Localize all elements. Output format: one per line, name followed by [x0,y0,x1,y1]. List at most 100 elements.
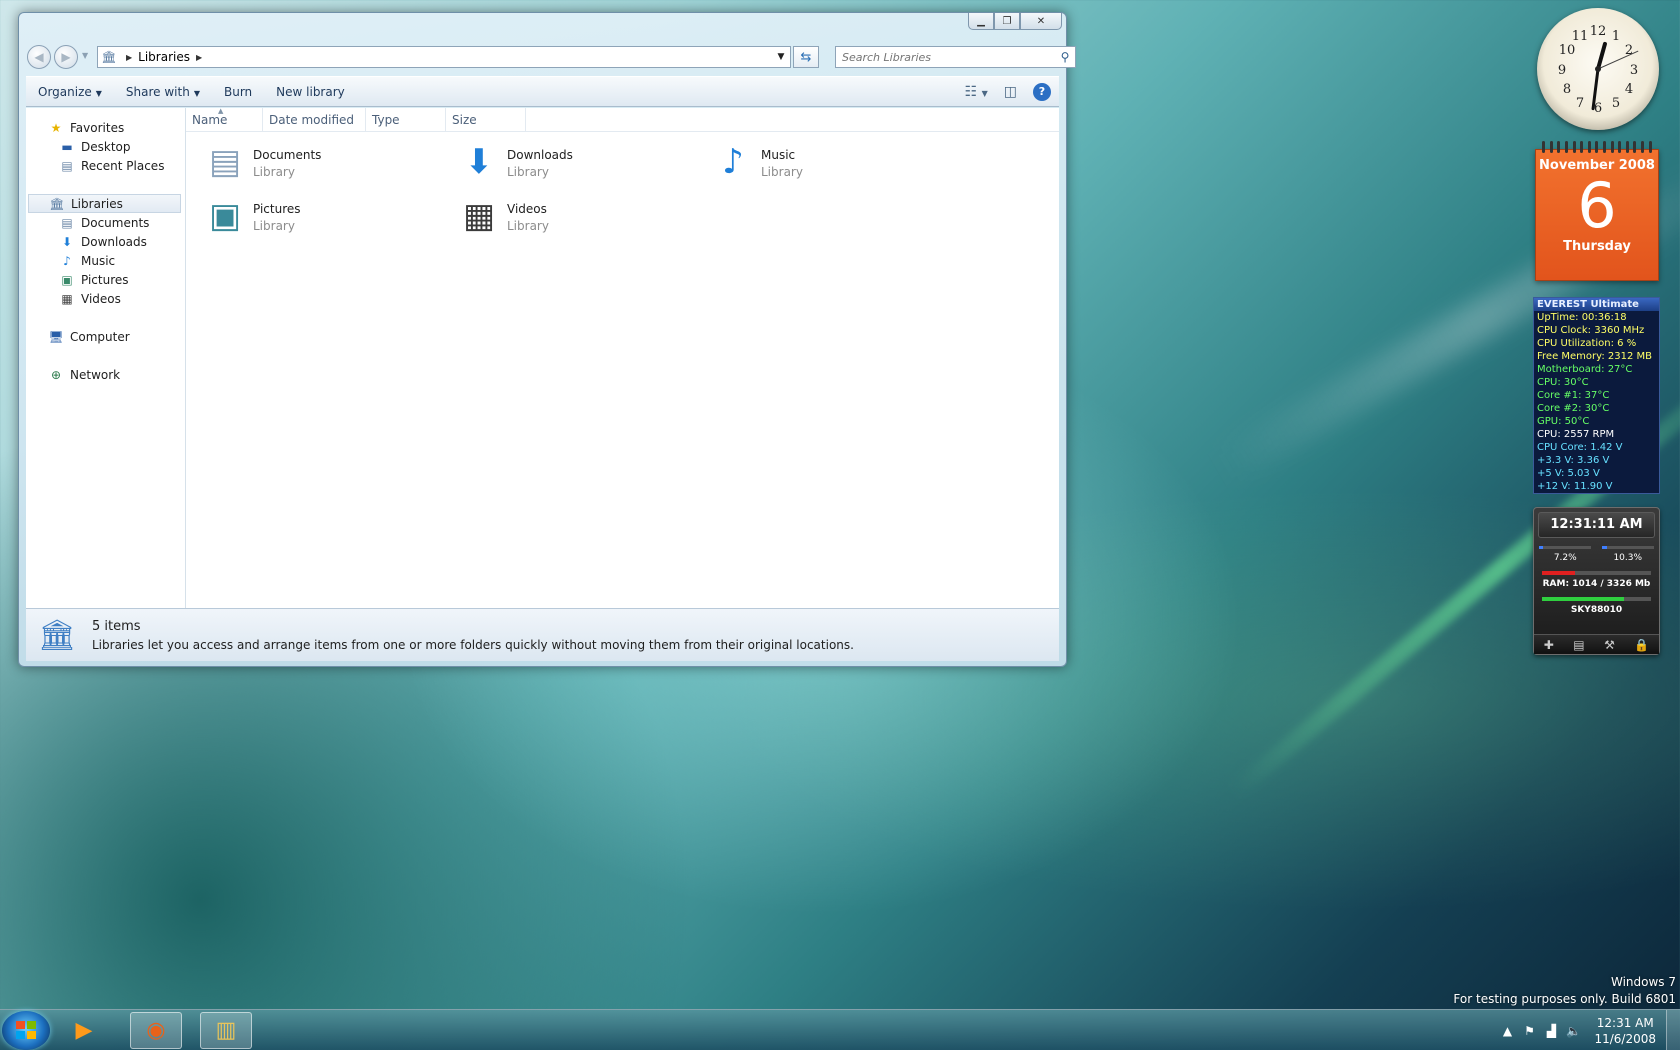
cpu-meters: 7.2% 10.3% [1534,546,1659,563]
clock-face: 12 1 2 3 4 5 6 7 8 9 10 11 [1558,24,1639,116]
nav-libraries-label: Libraries [71,196,123,211]
documents-library-icon: ▤ [208,142,242,182]
column-date-modified[interactable]: Date modified [263,108,366,131]
nav-recent-places[interactable]: ▤ Recent Places [26,156,185,175]
preview-pane-icon[interactable]: ◫ [996,84,1025,100]
desktop-icon: ▬ [61,139,73,154]
nav-desktop[interactable]: ▬ Desktop [26,137,185,156]
tile-music[interactable]: ♪ Music Library [709,138,939,186]
ram-track [1542,571,1651,575]
breadcrumb-chevron-icon[interactable]: ▶ [196,53,202,62]
meter-view-icon[interactable]: ▤ [1573,638,1584,652]
network-signal-icon[interactable]: ▟ [1540,1024,1562,1038]
pictures-library-icon: ▣ [208,196,242,236]
system-meter-gadget[interactable]: 12:31:11 AM 7.2% 10.3% RAM: 1014 / 3326 … [1533,507,1660,655]
refresh-button[interactable]: ⇆ [793,46,819,68]
breadcrumb-chevron-icon[interactable]: ▶ [126,53,132,62]
clock-numeral: 7 [1576,96,1584,111]
new-library-button[interactable]: New library [264,85,357,99]
back-button[interactable]: ◀ [27,45,51,69]
tile-type: Library [253,219,295,233]
nav-pictures-label: Pictures [81,272,129,287]
column-date-modified-label: Date modified [269,112,355,127]
settings-wrench-icon[interactable]: ⚒ [1604,638,1615,652]
breadcrumb-libraries[interactable]: Libraries [138,50,190,64]
nav-computer[interactable]: 🖥 Computer [26,327,185,346]
search-input[interactable] [842,50,1055,64]
everest-reading: CPU: 2557 RPM [1537,429,1615,440]
system-tray: ▲ ⚑ ▟ 🔈 12:31 AM 11/6/2008 [1496,1010,1680,1050]
taskbar-explorer[interactable]: ▥ [200,1012,252,1049]
burn-button[interactable]: Burn [212,85,264,99]
restore-icon: ❐ [1002,15,1012,27]
tile-videos[interactable]: ▦ Videos Library [455,192,685,240]
everest-reading: +12 V: 11.90 V [1537,481,1613,492]
share-with-button[interactable]: Share with ▼ [114,85,212,99]
share-with-label: Share with [125,84,190,99]
chevron-down-icon: ▼ [95,88,102,98]
tile-pictures[interactable]: ▣ Pictures Library [201,192,431,240]
computer-icon: 🖥 [48,329,64,344]
address-bar[interactable]: 🏛 ▶ Libraries ▶ ▼ [97,46,791,68]
clock-numeral: 3 [1630,63,1638,78]
nav-libraries[interactable]: 🏛 Libraries [28,194,181,213]
lock-icon[interactable]: 🔒 [1634,638,1649,652]
clock-center-pin [1595,66,1601,72]
add-icon[interactable]: ✚ [1544,638,1554,652]
recent-pages-dropdown[interactable]: ▼ [82,51,88,60]
forward-button[interactable]: ▶ [54,45,78,69]
watermark-os: Windows 7 [1610,975,1676,989]
address-dropdown-icon[interactable]: ▼ [772,52,790,62]
tile-name: Downloads [507,148,573,162]
show-desktop-button[interactable] [1666,1010,1680,1050]
help-icon[interactable]: ? [1033,82,1051,101]
column-headers: ▲ Name Date modified Type Size [186,107,1059,132]
nav-downloads[interactable]: ⬇ Downloads [26,232,185,251]
nav-music[interactable]: ♪ Music [26,251,185,270]
change-view-icon[interactable]: ☷ ▼ [957,84,996,100]
column-name[interactable]: ▲ Name [186,107,263,131]
volume-icon[interactable]: 🔈 [1562,1024,1584,1038]
column-size[interactable]: Size [446,108,526,131]
ram-fill [1542,571,1576,575]
clock-gadget[interactable]: 12 1 2 3 4 5 6 7 8 9 10 11 [1537,8,1659,130]
nav-documents-label: Documents [81,215,150,230]
cpu2-fill [1601,546,1608,549]
film-strip-icon: ▦ [61,291,73,306]
tile-documents[interactable]: ▤ Documents Library [201,138,431,186]
tray-clock[interactable]: 12:31 AM 11/6/2008 [1584,1015,1666,1047]
network-icon: ⊕ [50,367,62,382]
tile-downloads[interactable]: ⬇ Downloads Library [455,138,685,186]
clock-numeral: 1 [1612,29,1620,44]
details-text: 5 items Libraries let you access and arr… [92,619,854,652]
close-icon: ✕ [1036,15,1046,27]
tile-type: Library [507,219,549,233]
search-box[interactable]: ⚲ [835,46,1076,68]
maximize-button[interactable]: ❐ [994,13,1020,30]
nav-favorites[interactable]: ★ Favorites [26,118,185,137]
taskbar-media-player[interactable]: ▶ [58,1012,110,1049]
close-button[interactable]: ✕ [1020,13,1062,30]
nav-computer-label: Computer [70,329,130,344]
organize-button[interactable]: Organize ▼ [26,85,114,99]
action-center-icon[interactable]: ⚑ [1518,1024,1540,1038]
search-icon[interactable]: ⚲ [1055,50,1075,64]
nav-documents[interactable]: ▤ Documents [26,213,185,232]
minimize-button[interactable]: ▁ [968,13,994,30]
everest-reading: CPU Utilization: 6 % [1537,338,1637,349]
downloads-library-icon: ⬇ [464,142,494,182]
explorer-content: ★ Favorites ▬ Desktop ▤ Recent Places 🏛 Libr… [26,107,1059,608]
everest-reading: Free Memory: 2312 MB [1537,351,1653,362]
show-hidden-icons-icon[interactable]: ▲ [1496,1024,1518,1038]
taskbar-firefox[interactable]: ◉ [130,1012,182,1049]
nav-network[interactable]: ⊕ Network [26,365,185,384]
everest-reading: +3.3 V: 3.36 V [1537,455,1610,466]
everest-readings: UpTime: 00:36:18 CPU Clock: 3360 MHz CPU U… [1534,311,1659,493]
everest-title: EVEREST Ultimate [1534,298,1659,311]
everest-gadget[interactable]: EVEREST Ultimate UpTime: 00:36:18 CPU Clo… [1533,297,1660,494]
nav-pictures[interactable]: ▣ Pictures [26,270,185,289]
nav-videos[interactable]: ▦ Videos [26,289,185,308]
calendar-gadget[interactable]: November 2008 6 Thursday [1535,141,1659,281]
start-button[interactable] [2,1011,50,1050]
column-type[interactable]: Type [366,108,446,131]
